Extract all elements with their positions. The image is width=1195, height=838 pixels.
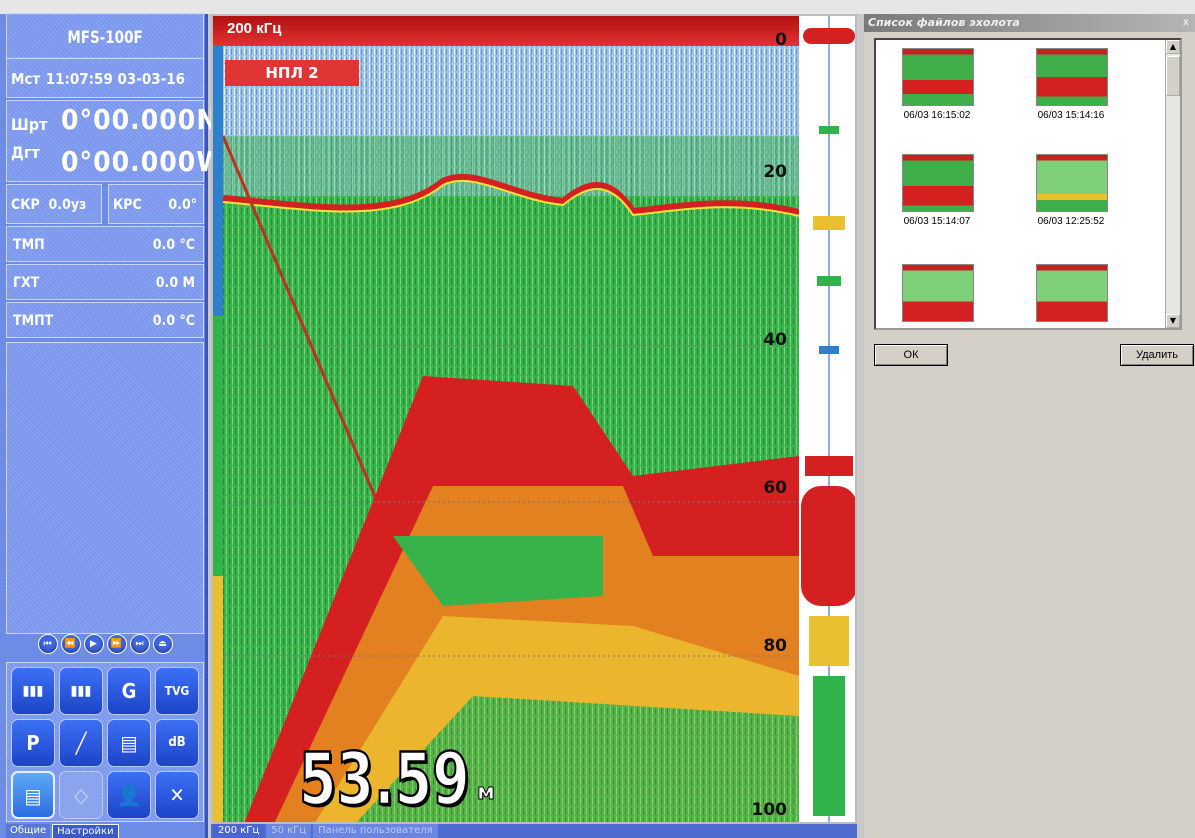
user-icon[interactable]: 👤 xyxy=(107,771,151,819)
bars-small-icon[interactable]: ▮▮▮ xyxy=(59,667,103,715)
file-thumbnail[interactable] xyxy=(902,48,974,106)
time-box: Мст 11:07:59 03-03-16 xyxy=(6,58,204,98)
scroll-down-icon[interactable]: ▼ xyxy=(1166,314,1180,328)
depth-unit: м xyxy=(477,780,496,806)
depth-tick: 20 xyxy=(763,162,787,182)
rewind-button[interactable]: ⏪ xyxy=(60,634,81,654)
eraser-icon[interactable]: ◇ xyxy=(59,771,103,819)
eject-button[interactable]: ⏏ xyxy=(152,634,173,654)
scrollbar[interactable]: ▲ ▼ xyxy=(1165,40,1180,328)
tool-buttons: ▮▮▮ ▮▮▮ G TVG P ╱ ▤ dB ▤ ◇ 👤 ✕ xyxy=(6,662,204,822)
latitude-value: 0°00.000N xyxy=(61,103,219,136)
slope-icon[interactable]: ╱ xyxy=(59,719,103,767)
depth-tick: 60 xyxy=(763,478,787,498)
left-tabs: Общие Настройки xyxy=(6,824,119,838)
file-caption[interactable]: 06/03 15:14:07 xyxy=(882,216,992,227)
file-thumbnail[interactable] xyxy=(1036,154,1108,212)
tab-settings[interactable]: Настройки xyxy=(52,824,119,838)
files-icon[interactable]: ▤ xyxy=(11,771,55,819)
depth-tick: 80 xyxy=(763,636,787,656)
depth-value: 53.59 xyxy=(298,737,471,822)
scroll-thumb[interactable] xyxy=(1166,56,1180,96)
temperature-label: ТМП xyxy=(13,237,45,253)
delete-button[interactable]: Удалить xyxy=(1120,344,1194,366)
course-label: КРС xyxy=(113,197,142,213)
tab-user-panel[interactable]: Панель пользователя xyxy=(313,824,438,838)
tools-icon[interactable]: ✕ xyxy=(155,771,199,819)
echogram-view[interactable]: 200 кГц НПЛ 2 0 20 40 60 80 100 53.59 м xyxy=(211,14,857,824)
file-caption[interactable]: 06/03 15:14:16 xyxy=(1016,110,1126,121)
fast-forward-button[interactable]: ⏩ xyxy=(106,634,127,654)
time-value: 11:07:59 03-03-16 xyxy=(45,70,186,88)
bars-icon[interactable]: ▮▮▮ xyxy=(11,667,55,715)
scroll-up-icon[interactable]: ▲ xyxy=(1166,40,1180,54)
frequency-tabs: 200 кГц 50 кГц Панель пользователя xyxy=(211,824,857,838)
tab-general[interactable]: Общие xyxy=(6,824,51,838)
file-caption[interactable]: 06/03 16:15:02 xyxy=(882,110,992,121)
power-icon[interactable]: P xyxy=(11,719,55,767)
position-box: Шрт 0°00.000N Дгт 0°00.000W xyxy=(6,100,224,182)
temperature-value: 0.0 °C xyxy=(152,237,195,253)
water-temp-label: ТМПТ xyxy=(13,313,54,329)
play-button[interactable]: ▶ xyxy=(83,634,104,654)
file-list[interactable]: 06/03 16:15:02 06/03 15:14:16 06/03 15:1… xyxy=(874,38,1182,330)
file-list-title: Список файлов эхолота xyxy=(864,14,1195,32)
file-list-window: Список файлов эхолота x 06/03 16:15:02 0… xyxy=(864,14,1195,838)
mode-label: НПЛ 2 xyxy=(225,60,359,86)
screen-icon[interactable]: ▤ xyxy=(107,719,151,767)
ok-button[interactable]: ОК xyxy=(874,344,948,366)
longitude-row: Дгт 0°00.000W xyxy=(11,141,224,179)
speed-label: СКР xyxy=(11,197,40,213)
water-temp-box: ТМПТ 0.0 °C xyxy=(6,302,204,338)
tvg-icon[interactable]: TVG xyxy=(155,667,199,715)
depth-reading-box: ГХТ 0.0 M xyxy=(6,264,204,300)
file-thumbnail[interactable] xyxy=(1036,48,1108,106)
depth-tick: 100 xyxy=(751,800,788,820)
device-name: MFS-100F xyxy=(6,13,204,59)
tab-50khz[interactable]: 50 кГц xyxy=(266,824,312,838)
file-thumbnail[interactable] xyxy=(1036,264,1108,322)
depth-tick: 40 xyxy=(763,330,787,350)
longitude-label: Дгт xyxy=(11,143,40,162)
top-strip xyxy=(0,0,1195,14)
empty-info-area xyxy=(6,342,204,634)
latitude-label: Шрт xyxy=(11,115,48,134)
skip-start-button[interactable]: ⏮ xyxy=(37,634,58,654)
tab-200khz[interactable]: 200 кГц xyxy=(213,824,265,838)
skip-end-button[interactable]: ⏭ xyxy=(129,634,150,654)
latitude-row: Шрт 0°00.000N xyxy=(11,103,217,141)
temperature-box: ТМП 0.0 °C xyxy=(6,226,204,262)
depth-tick: 0 xyxy=(775,30,787,50)
db-icon[interactable]: dB xyxy=(155,719,199,767)
longitude-value: 0°00.000W xyxy=(61,145,226,178)
echogram-image xyxy=(213,16,855,822)
speed-value: 0.0уз xyxy=(48,197,87,213)
close-icon[interactable]: x xyxy=(1179,16,1193,30)
playback-bar: ⏮ ⏪ ▶ ⏩ ⏭ ⏏ xyxy=(10,634,200,658)
frequency-label: 200 кГц xyxy=(227,20,282,37)
speed-box: СКР 0.0уз xyxy=(6,184,102,224)
water-temp-value: 0.0 °C xyxy=(152,313,195,329)
file-caption[interactable]: 06/03 12:25:52 xyxy=(1016,216,1126,227)
left-panel: MFS-100F Мст 11:07:59 03-03-16 Шрт 0°00.… xyxy=(0,13,224,838)
depth-reading-label: ГХТ xyxy=(13,275,40,291)
gain-icon[interactable]: G xyxy=(107,667,151,715)
course-value: 0.0° xyxy=(168,197,197,213)
depth-reading-value: 0.0 M xyxy=(155,275,195,291)
file-thumbnail[interactable] xyxy=(902,264,974,322)
time-label: Мст xyxy=(11,70,41,88)
course-box: КРС 0.0° xyxy=(108,184,204,224)
file-thumbnail[interactable] xyxy=(902,154,974,212)
